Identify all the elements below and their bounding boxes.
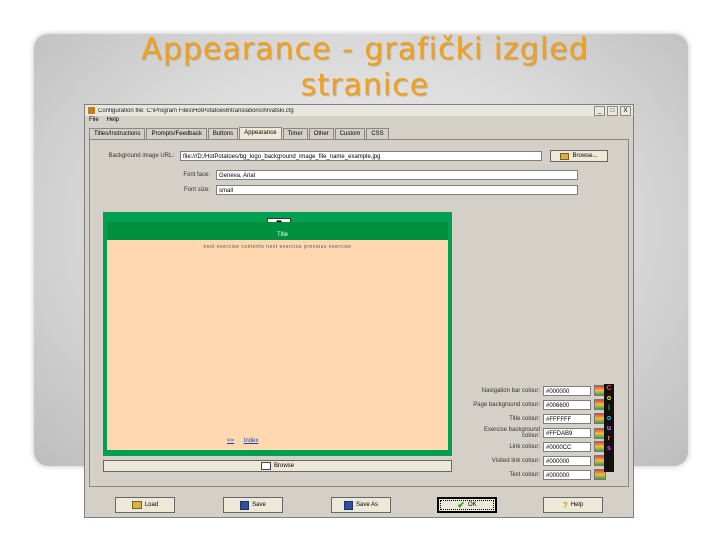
colours-letter: l	[608, 405, 610, 412]
help-button[interactable]: ? Help	[543, 497, 603, 513]
colours-letter: u	[606, 425, 612, 432]
check-icon: ✔	[457, 499, 465, 510]
preview-nav: <= Index	[227, 438, 266, 444]
tab-prompts-feedback[interactable]: Prompts/Feedback	[146, 128, 207, 139]
preview-title-band: Title	[107, 222, 448, 240]
colour-row-visited-link: Visited link colour: #000000	[470, 455, 606, 466]
load-label: Load	[144, 502, 159, 508]
colour-label: Page background colour:	[473, 401, 540, 408]
colour-row-page-bg: Page background colour: #006600	[470, 399, 606, 410]
save-button[interactable]: Save	[223, 497, 283, 513]
ok-label: OK	[467, 502, 477, 508]
help-icon: ?	[562, 500, 568, 510]
help-label: Help	[570, 502, 584, 508]
app-icon	[88, 107, 95, 114]
browse-label: Browse...	[572, 153, 598, 159]
ok-button[interactable]: ✔ OK	[437, 497, 497, 513]
save-as-label: Save As	[355, 502, 378, 508]
appearance-panel: Background image URL: file:///D:/HotPota…	[89, 139, 629, 487]
tab-css[interactable]: CSS	[366, 128, 389, 139]
slide-title-line-1: Appearance - grafički izgled	[141, 32, 589, 67]
font-face-field[interactable]: Geneva, Arial	[216, 170, 578, 180]
font-size-field[interactable]: small	[216, 185, 578, 195]
colours-letter: r	[607, 435, 611, 442]
tab-other[interactable]: Other	[308, 128, 334, 139]
colour-row-nav-bar: Navigation bar colour: #000000	[470, 385, 606, 396]
menubar: File Help	[87, 117, 119, 126]
tab-timer[interactable]: Timer	[282, 128, 308, 139]
browser-icon	[260, 462, 271, 470]
folder-icon	[560, 152, 570, 160]
tab-titles-instructions[interactable]: Titles/Instructions	[89, 128, 146, 139]
colour-row-title: Title colour: #FFFFFF	[470, 413, 606, 424]
bg-image-field[interactable]: file:///D:/HotPotatoes/bg_logo_backgroun…	[180, 151, 542, 161]
save-label: Save	[252, 502, 266, 508]
preview-links: next exercise contents next exercise pre…	[203, 244, 352, 250]
maximize-button[interactable]: □	[607, 105, 618, 116]
preview-browse-label: Browse	[273, 463, 294, 469]
menu-file[interactable]: File	[89, 117, 99, 126]
colours-letter: C	[606, 385, 612, 392]
colours-logo: C o l o u r s	[604, 384, 614, 472]
preview-title: Title	[277, 232, 289, 238]
bg-image-label: Background image URL:	[108, 153, 174, 159]
preview-back-link[interactable]: <=	[227, 438, 234, 444]
colour-field[interactable]: #006600	[543, 399, 591, 410]
colour-label: Exercise background colour:	[483, 427, 540, 439]
colour-label: Navigation bar colour:	[481, 387, 540, 394]
disk-icon	[240, 500, 250, 510]
colour-field[interactable]: #000000	[543, 455, 591, 466]
colour-field[interactable]: #000000	[543, 385, 591, 396]
slide-title: Appearance - grafički izgled stranice	[60, 32, 670, 104]
bottom-button-bar: Load Save Save As ✔ OK ? Help	[115, 497, 603, 513]
tab-custom[interactable]: Custom	[334, 128, 366, 139]
preview-index-link[interactable]: Index	[244, 438, 259, 444]
colour-field[interactable]: #FFFFFF	[543, 413, 591, 424]
minimize-button[interactable]: _	[594, 105, 605, 116]
window-title: Configuration file: C:\Program Files\Hot…	[98, 107, 294, 114]
colour-row-text: Text colour: #000000	[470, 469, 606, 480]
preview-browse-button[interactable]: Browse	[103, 460, 452, 472]
appearance-preview: ▬ Title next exercise contents next exer…	[103, 212, 452, 456]
colour-field[interactable]: #0000CC	[543, 441, 591, 452]
menu-help[interactable]: Help	[107, 117, 119, 126]
colour-label: Link colour:	[509, 443, 540, 450]
bg-image-row: Background image URL: file:///D:/HotPota…	[94, 150, 608, 162]
open-icon	[131, 501, 142, 509]
font-face-label: Font face:	[183, 172, 210, 178]
colours-letter: o	[606, 415, 612, 422]
disk-icon	[343, 500, 353, 510]
font-size-row: Font size: small	[130, 185, 578, 195]
colour-row-exercise-bg: Exercise background colour: #FFDAB9	[470, 427, 606, 439]
colours-letter: o	[606, 395, 612, 402]
slide-title-line-2: stranice	[300, 68, 430, 103]
font-face-row: Font face: Geneva, Arial	[130, 170, 578, 180]
save-as-button[interactable]: Save As	[331, 497, 391, 513]
tab-strip: Titles/Instructions Prompts/Feedback But…	[89, 127, 390, 140]
colour-row-link: Link colour: #0000CC	[470, 441, 606, 452]
tab-buttons[interactable]: Buttons	[207, 128, 239, 139]
font-size-label: Font size:	[183, 187, 210, 193]
colour-field[interactable]: #FFDAB9	[543, 428, 591, 438]
browse-button[interactable]: Browse...	[550, 150, 608, 162]
colours-letter: s	[607, 445, 611, 452]
colour-field[interactable]: #000000	[543, 469, 591, 480]
preview-exercise-area: next exercise contents next exercise pre…	[107, 240, 448, 450]
close-button[interactable]: X	[620, 105, 631, 116]
window-titlebar: Configuration file: C:\Program Files\Hot…	[85, 105, 633, 116]
colour-label: Text colour:	[509, 471, 540, 478]
config-window: Configuration file: C:\Program Files\Hot…	[84, 104, 634, 518]
colour-label: Title colour:	[509, 415, 540, 422]
load-button[interactable]: Load	[115, 497, 175, 513]
colour-label: Visited link colour:	[491, 457, 540, 464]
